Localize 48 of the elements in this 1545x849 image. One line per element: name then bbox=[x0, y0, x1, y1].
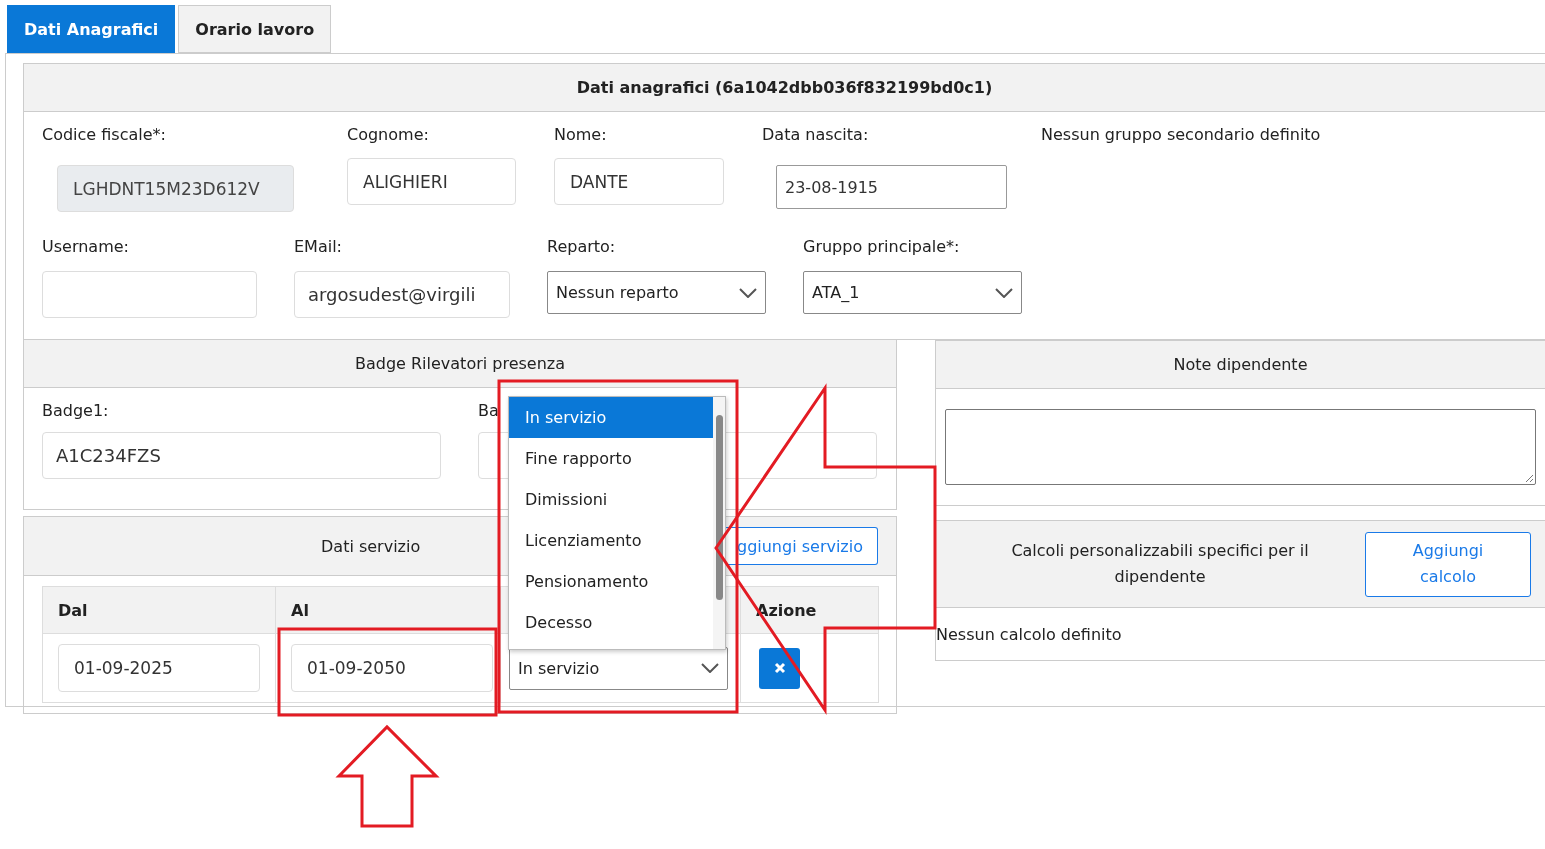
input-field[interactable]: A1C234FZS bbox=[42, 432, 441, 479]
chevron-down-icon bbox=[701, 663, 719, 673]
card-header: Dati servizio bbox=[321, 536, 421, 556]
card-header: Note dipendente bbox=[936, 341, 1545, 389]
field-label: Reparto: bbox=[547, 236, 616, 258]
chevron-down-icon bbox=[995, 287, 1013, 298]
add-calculation-button[interactable]: Aggiungi calcolo bbox=[1365, 531, 1531, 597]
resize-grip-icon bbox=[1524, 473, 1534, 483]
delete-button[interactable] bbox=[759, 647, 800, 689]
field-label: EMail: bbox=[294, 236, 342, 258]
field-label: Badge1: bbox=[42, 400, 109, 422]
card-header: Badge Rilevatori presenza bbox=[24, 340, 896, 388]
scrollbar[interactable] bbox=[713, 397, 725, 649]
date-field[interactable]: 01-09-2050 bbox=[291, 644, 493, 692]
tab[interactable]: Orario lavoro bbox=[178, 5, 332, 53]
dropdown-option[interactable]: Decesso bbox=[509, 602, 713, 643]
status-select[interactable]: In servizio bbox=[509, 646, 728, 690]
column-header: Dal bbox=[42, 586, 276, 634]
card-header: Calcoli personalizzabili specifici per il dipendente bbox=[1010, 540, 1310, 588]
chevron-down-icon bbox=[739, 287, 757, 298]
field-label: Username: bbox=[42, 236, 129, 258]
tab[interactable]: Dati Anagrafici bbox=[7, 5, 176, 53]
input-field[interactable]: argosudest@virgili bbox=[294, 271, 510, 318]
dropdown-option[interactable]: Fine rapporto bbox=[509, 438, 713, 479]
column-header: Al bbox=[275, 586, 501, 634]
field-label: Cognome: bbox=[347, 124, 429, 146]
close-icon bbox=[773, 662, 786, 674]
dropdown-option[interactable]: Licenziamento bbox=[509, 520, 713, 561]
field-label: Ba bbox=[478, 400, 499, 422]
dropdown-option[interactable]: Pensionamento bbox=[509, 561, 713, 602]
input-field[interactable]: DANTE bbox=[554, 158, 724, 205]
field-label: Data nascita: bbox=[762, 124, 869, 146]
notes-textarea[interactable] bbox=[945, 409, 1536, 485]
input-field[interactable]: 23-08-1915 bbox=[776, 165, 1007, 209]
field-label: Nome: bbox=[554, 124, 607, 146]
select-field[interactable]: ATA_1 bbox=[803, 271, 1022, 314]
date-field[interactable]: 01-09-2025 bbox=[58, 644, 260, 692]
dropdown-option[interactable]: Dimissioni bbox=[509, 479, 713, 520]
dropdown-option[interactable]: In servizio bbox=[509, 397, 713, 438]
card-header: Dati anagrafici (6a1042dbb036f832199bd0c1) bbox=[24, 64, 1545, 112]
add-service-button[interactable]: ggiungi servizio bbox=[723, 527, 878, 565]
empty-message: Nessun calcolo definito bbox=[936, 624, 1122, 644]
input-field[interactable] bbox=[42, 271, 257, 318]
field-label: Gruppo principale*: bbox=[803, 236, 960, 258]
field-label: Codice fiscale*: bbox=[42, 124, 166, 146]
select-field[interactable]: Nessun reparto bbox=[547, 271, 766, 314]
input-field[interactable]: ALIGHIERI bbox=[347, 158, 516, 205]
info-text: Nessun gruppo secondario definito bbox=[1041, 124, 1321, 146]
